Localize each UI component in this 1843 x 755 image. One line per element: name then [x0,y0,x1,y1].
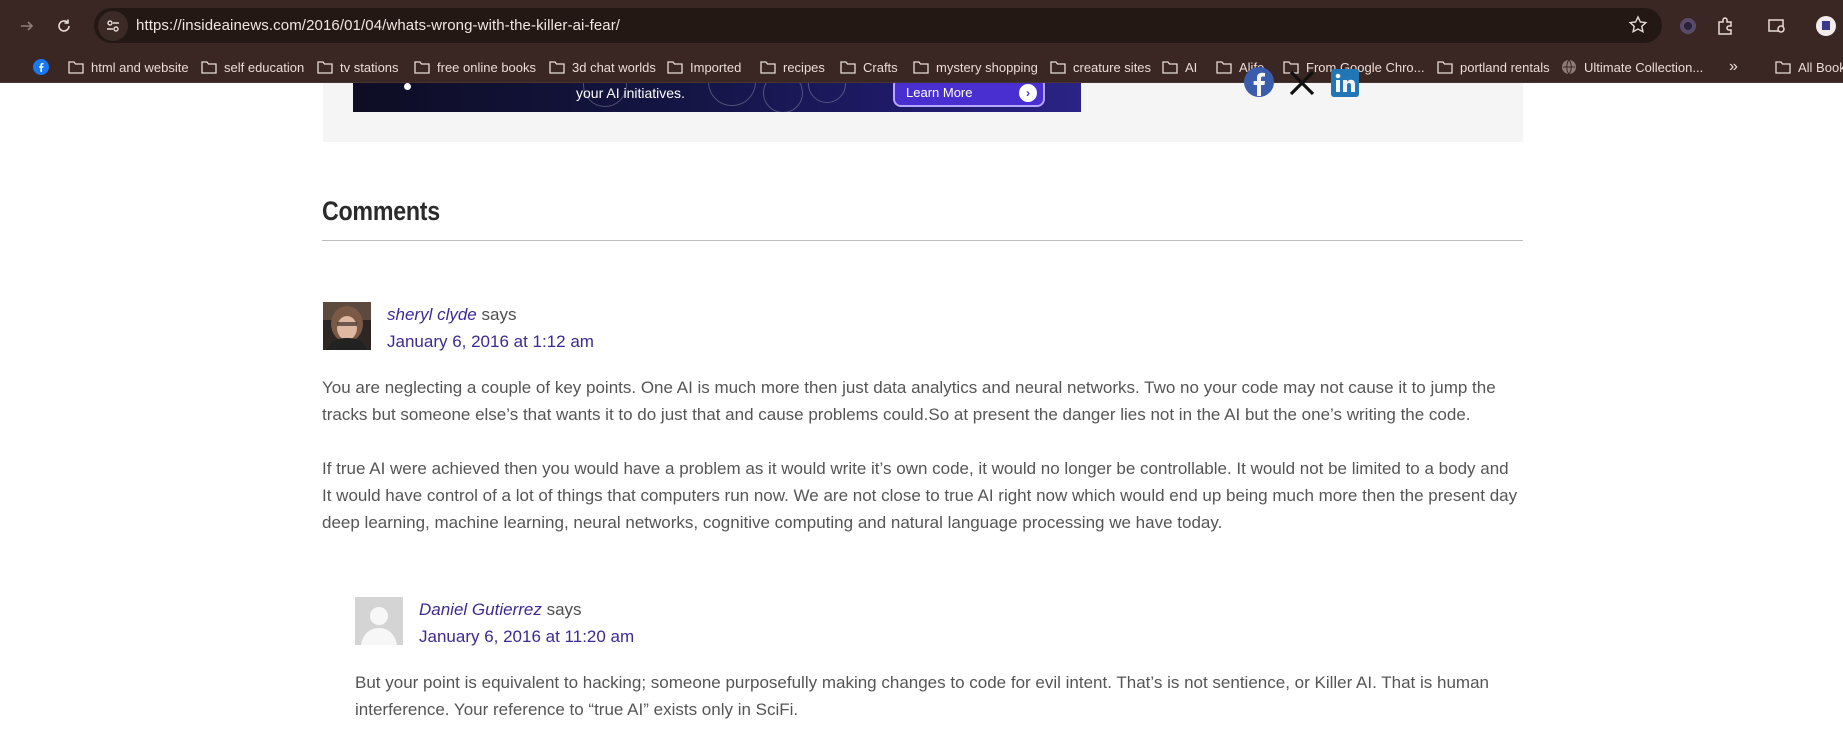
linkedin-icon[interactable] [1330,68,1362,100]
comment-line: deep learning, machine learning, neural … [322,513,1223,532]
comment-line: You are neglecting a couple of key point… [322,378,1496,397]
all-bookmarks-button[interactable]: All Book [1775,51,1843,83]
bookmark-item[interactable]: html and website [68,51,189,83]
bookmark-facebook[interactable] [33,51,56,83]
folder-icon [840,60,856,74]
folder-icon [1050,60,1066,74]
bookmark-item[interactable]: mystery shopping [913,51,1038,83]
avatar [323,302,371,350]
folder-icon [1775,60,1791,74]
bookmark-item[interactable]: free online books [414,51,536,83]
comment-line: interference. Your reference to “true AI… [355,700,799,719]
all-bookmarks-label: All Book [1798,59,1843,75]
bookmark-label: self education [224,59,305,75]
says-label: says [481,305,517,324]
bookmark-item[interactable]: AI [1162,51,1197,83]
puzzle-icon[interactable] [1712,13,1738,39]
bookmark-label: free online books [437,59,537,75]
comment-paragraph: If true AI were achieved then you would … [322,455,1517,536]
avatar [355,597,403,645]
comments-heading: Comments [322,196,440,226]
bookmark-item[interactable]: recipes [760,51,825,83]
comment-paragraph: You are neglecting a couple of key point… [322,374,1496,428]
ad-dot [404,83,411,90]
media-icon[interactable] [1764,13,1790,39]
bookmark-item[interactable]: portland rentals [1437,51,1550,83]
comment-line: It would have control of a lot of things… [322,486,1518,505]
bookmark-label: 3d chat worlds [572,59,656,75]
forward-icon[interactable] [14,13,40,39]
address-bar[interactable]: https://insideainews.com/2016/01/04/what… [94,8,1662,43]
bookmark-label: html and website [91,59,189,75]
author-name[interactable]: Daniel Gutierrez [419,600,542,619]
learn-more-button[interactable]: Learn More › [893,83,1045,107]
facebook-icon[interactable] [1243,66,1275,98]
comment-date[interactable]: January 6, 2016 at 1:12 am [387,332,594,352]
extension-icon[interactable] [1675,13,1701,39]
author-name[interactable]: sheryl clyde [387,305,477,324]
bookmark-item[interactable]: tv stations [317,51,399,83]
comment-line: tracks but someone else’s that wants it … [322,405,1471,424]
comment-author[interactable]: sheryl clyde says [387,305,516,325]
bookmark-label: portland rentals [1460,59,1550,75]
folder-icon [760,60,776,74]
bookmark-label: Crafts [863,59,898,75]
folder-icon [68,60,84,74]
folder-icon [201,60,217,74]
x-icon[interactable] [1287,68,1319,100]
folder-icon [317,60,333,74]
comment-line: But your point is equivalent to hacking;… [355,673,1489,692]
folder-icon [549,60,565,74]
advertisement-banner[interactable]: your AI initiatives. Learn More › [353,83,1081,112]
bookmarks-bar: html and website self education tv stati… [0,51,1843,83]
folder-icon [1437,60,1453,74]
facebook-icon [33,59,49,75]
bookmark-item[interactable]: creature sites [1050,51,1151,83]
folder-icon [667,60,683,74]
comment-line: If true AI were achieved then you would … [322,459,1509,478]
bookmark-label: tv stations [340,59,399,75]
ad-decoration [763,83,803,112]
bookmark-item[interactable]: Ultimate Collection... [1561,51,1703,83]
url-text[interactable]: https://insideainews.com/2016/01/04/what… [136,17,620,34]
profile-icon[interactable] [1813,13,1839,39]
folder-icon [414,60,430,74]
folder-icon [913,60,929,74]
bookmark-item[interactable]: self education [201,51,304,83]
reload-icon[interactable] [51,13,77,39]
folder-icon [1216,60,1232,74]
folder-icon [1162,60,1178,74]
bookmark-label: From Google Chro... [1306,59,1425,75]
ad-text: your AI initiatives. [576,85,685,101]
site-info-icon[interactable] [98,10,128,41]
says-label: says [546,600,582,619]
bookmark-label: Imported [690,59,742,75]
comment-date[interactable]: January 6, 2016 at 11:20 am [419,627,634,647]
arrow-right-icon: › [1019,84,1037,102]
bookmark-item[interactable]: Imported [667,51,741,83]
bookmark-label: Ultimate Collection... [1584,59,1704,75]
comment-author[interactable]: Daniel Gutierrez says [419,600,582,620]
heading-divider [322,240,1523,241]
browser-toolbar: https://insideainews.com/2016/01/04/what… [0,0,1843,51]
bookmark-item[interactable]: 3d chat worlds [549,51,656,83]
bookmark-label: recipes [783,59,825,75]
globe-icon [1561,59,1577,75]
bookmark-label: AI [1185,59,1198,75]
learn-more-label: Learn More [906,84,973,100]
bookmark-item[interactable]: Crafts [840,51,898,83]
comment-paragraph: But your point is equivalent to hacking;… [355,669,1489,723]
bookmark-label: creature sites [1073,59,1152,75]
bookmark-label: mystery shopping [936,59,1038,75]
bookmarks-overflow-button[interactable]: » [1729,51,1738,83]
star-icon[interactable] [1628,15,1648,40]
ad-decoration [808,83,846,103]
ad-decoration [708,83,756,106]
